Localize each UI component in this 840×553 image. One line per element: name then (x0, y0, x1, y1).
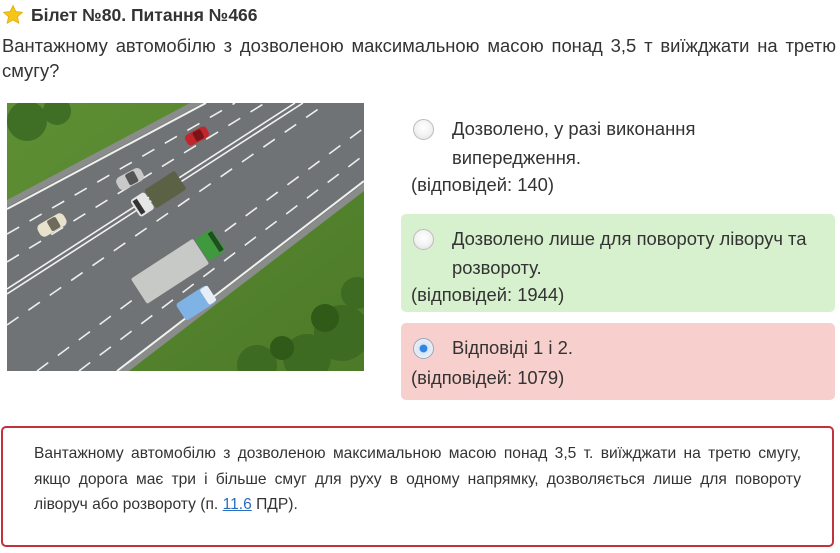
radio-button-selected[interactable] (413, 338, 434, 359)
answer-count: (відповідей: 1944) (411, 284, 565, 305)
answer-count: (відповідей: 1079) (411, 367, 565, 388)
rule-link[interactable]: 11.6 (223, 496, 252, 513)
explanation-box: Вантажному автомобілю з дозволеною макси… (1, 426, 834, 547)
explanation-text-after: ПДР). (251, 496, 298, 513)
ticket-header: Білет №80. Питання №466 (2, 4, 258, 26)
explanation-text: Вантажному автомобілю з дозволеною макси… (34, 441, 801, 518)
answer-option-1[interactable]: Дозволено, у разі виконання випередження… (401, 110, 835, 202)
answer-option-3[interactable]: Відповіді 1 і 2. (відповідей: 1079) (401, 323, 835, 400)
explanation-text-before: Вантажному автомобілю з дозволеною макси… (34, 445, 801, 513)
answer-text: Дозволено, у разі виконання випередження… (452, 118, 696, 168)
answer-option-2[interactable]: Дозволено лише для повороту ліворуч та р… (401, 214, 835, 312)
radio-button[interactable] (413, 119, 434, 140)
answer-count: (відповідей: 140) (411, 174, 555, 195)
answer-text: Дозволено лише для повороту ліворуч та р… (452, 228, 807, 278)
answer-text: Відповіді 1 і 2. (452, 337, 573, 358)
radio-button[interactable] (413, 229, 434, 250)
star-icon[interactable] (2, 4, 24, 26)
question-text: Вантажному автомобілю з дозволеною макси… (2, 35, 836, 81)
question-image (7, 103, 364, 371)
ticket-title: Білет №80. Питання №466 (31, 4, 258, 25)
